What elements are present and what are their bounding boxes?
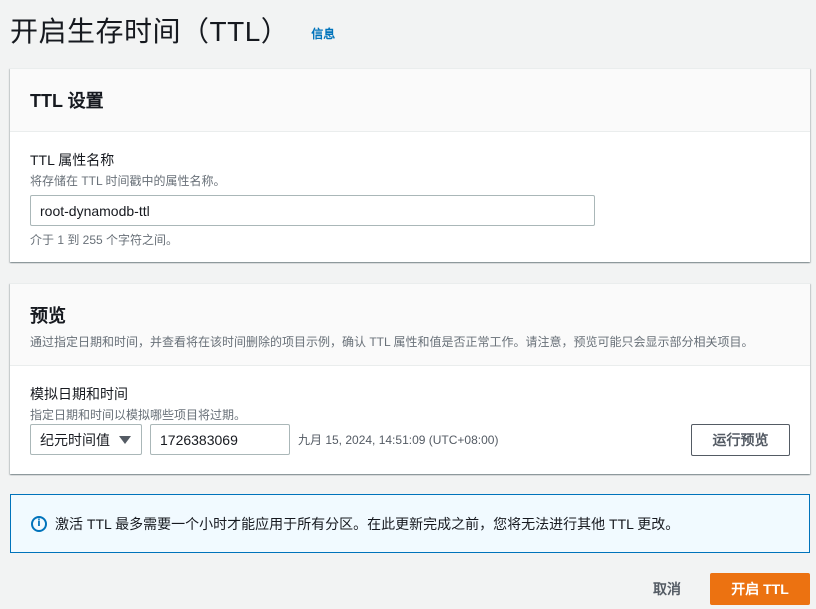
epoch-value-input[interactable]	[150, 424, 290, 455]
sim-datetime-description: 指定日期和时间以模拟哪些项目将过期。	[30, 408, 247, 422]
sim-datetime-label: 模拟日期和时间	[30, 386, 128, 402]
info-icon: i	[31, 515, 47, 532]
page-header: 开启生存时间（TTL） 信息	[10, 10, 335, 50]
page-title: 开启生存时间（TTL）	[10, 16, 290, 47]
ttl-settings-body: TTL 属性名称 将存储在 TTL 时间戳中的属性名称。 介于 1 到 255 …	[10, 132, 810, 248]
alert-text: 激活 TTL 最多需要一个小时才能应用于所有分区。在此更新完成之前，您将无法进行…	[55, 515, 680, 532]
cancel-button[interactable]: 取消	[640, 573, 694, 605]
ttl-attribute-description: 将存储在 TTL 时间戳中的属性名称。	[30, 174, 226, 188]
preview-header: 预览 通过指定日期和时间，并查看将在该时间删除的项目示例，确认 TTL 属性和值…	[10, 284, 810, 366]
ttl-attribute-label: TTL 属性名称	[30, 152, 115, 168]
preview-panel: 预览 通过指定日期和时间，并查看将在该时间删除的项目示例，确认 TTL 属性和值…	[10, 283, 810, 474]
ttl-attribute-constraint: 介于 1 到 255 个字符之间。	[30, 233, 179, 247]
time-format-select[interactable]: 纪元时间值	[30, 424, 142, 455]
preview-title: 预览	[30, 306, 66, 326]
preview-body: 模拟日期和时间 指定日期和时间以模拟哪些项目将过期。 纪元时间值 九月 15, …	[10, 366, 810, 474]
ttl-settings-header: TTL 设置	[10, 69, 810, 132]
ttl-settings-panel: TTL 设置 TTL 属性名称 将存储在 TTL 时间戳中的属性名称。 介于 1…	[10, 68, 810, 262]
info-link[interactable]: 信息	[311, 25, 335, 42]
preview-description: 通过指定日期和时间，并查看将在该时间删除的项目示例，确认 TTL 属性和值是否正…	[30, 335, 754, 349]
time-format-select-value: 纪元时间值	[40, 431, 110, 448]
info-alert: i 激活 TTL 最多需要一个小时才能应用于所有分区。在此更新完成之前，您将无法…	[10, 494, 810, 553]
chevron-down-icon	[119, 435, 131, 444]
converted-datetime: 九月 15, 2024, 14:51:09 (UTC+08:00)	[298, 433, 499, 447]
ttl-settings-title: TTL 设置	[30, 91, 104, 111]
run-preview-button[interactable]: 运行预览	[691, 424, 790, 456]
ttl-attribute-input[interactable]	[30, 195, 595, 226]
enable-ttl-button[interactable]: 开启 TTL	[710, 573, 810, 605]
